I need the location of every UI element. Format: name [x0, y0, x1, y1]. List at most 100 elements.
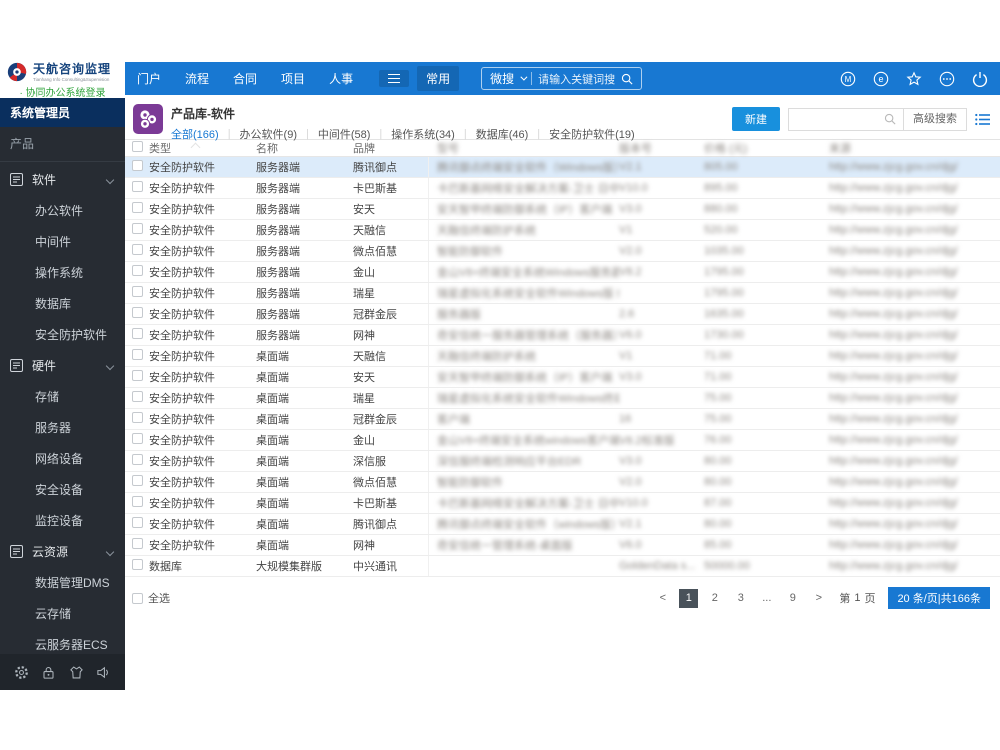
search-icon[interactable] [621, 73, 633, 85]
topnav-item[interactable]: 人事 [329, 70, 353, 87]
row-checkbox[interactable] [132, 181, 143, 192]
row-checkbox[interactable] [132, 538, 143, 549]
gear-icon[interactable] [14, 665, 29, 680]
sidebar-section-product[interactable]: 产品 [0, 127, 125, 162]
m-badge-icon[interactable]: M [840, 71, 856, 87]
tab-1[interactable]: 办公软件(9) [240, 126, 297, 142]
topnav-item[interactable]: 项目 [281, 70, 305, 87]
speaker-icon[interactable] [96, 665, 111, 680]
table-row[interactable]: 安全防护软件 桌面端 冠群金辰 客户端 16 75.00 http://www.zjcg.g… [125, 409, 1000, 430]
table-row[interactable]: 安全防护软件 桌面端 网神 奇安信统一管理系统-桌面版 V6.0 85.00 http://… [125, 535, 1000, 556]
row-checkbox[interactable] [132, 286, 143, 297]
svg-text:e: e [878, 74, 883, 84]
table-row[interactable]: 安全防护软件 服务器端 金山 金山V8+终端安全系统Windows服务器版 V8.2 17… [125, 262, 1000, 283]
more-icon[interactable] [939, 71, 955, 87]
sidebar-item[interactable]: 办公软件 [0, 195, 125, 226]
topnav-item[interactable]: 门户 [137, 70, 161, 87]
row-checkbox[interactable] [132, 475, 143, 486]
table-row[interactable]: 安全防护软件 桌面端 瑞星 瑞星虚拟化系统安全软件Windows终端 75.00 http… [125, 388, 1000, 409]
sidebar-group-label: 硬件 [32, 359, 57, 373]
wesearch-dropdown[interactable]: 微搜 [490, 70, 514, 87]
star-icon[interactable] [906, 70, 922, 87]
table-row[interactable]: 安全防护软件 服务器端 冠群金辰 服务器版 2.6 1635.00 http://www.z… [125, 304, 1000, 325]
table-row[interactable]: 安全防护软件 桌面端 卡巴斯基卡巴斯基网络安全解决方案-卫士 日中版 + 40台V1… [125, 493, 1000, 514]
row-checkbox[interactable] [132, 202, 143, 213]
row-checkbox[interactable] [132, 370, 143, 381]
nav-common-button[interactable]: 常用 [417, 66, 460, 91]
sidebar-group[interactable]: 软件 [0, 164, 125, 195]
table-row[interactable]: 安全防护软件 服务器端 瑞星 瑞星虚拟化系统安全软件Windows版 终端 1795.0… [125, 283, 1000, 304]
cell: V10.0 [619, 497, 648, 509]
table-row[interactable]: 安全防护软件 桌面端 安天 安天智甲终端防御系统（IP）客户端 V3.0 71.00 htt… [125, 367, 1000, 388]
lock-icon[interactable] [41, 665, 56, 680]
collab-login-link[interactable]: · 协同办公系统登录 [6, 84, 119, 99]
row-checkbox[interactable] [132, 265, 143, 276]
page-prev[interactable]: < [653, 589, 672, 608]
list-view-icon[interactable] [975, 113, 990, 126]
sidebar-group[interactable]: 硬件 [0, 350, 125, 381]
page-2[interactable]: 2 [705, 589, 724, 608]
nav-menu-toggle[interactable] [379, 70, 410, 87]
page-9[interactable]: 9 [783, 589, 802, 608]
table-row[interactable]: 安全防护软件 桌面端 腾讯御点腾讯御点终端安全软件（windows版）V2.1V2.… [125, 514, 1000, 535]
table-row[interactable]: 数据库 大规模集群版 中兴通讯 GoldenData s... 50000.00 http… [125, 556, 1000, 577]
row-checkbox[interactable] [132, 454, 143, 465]
page-number-input[interactable]: 1 [854, 592, 860, 604]
row-checkbox[interactable] [132, 559, 143, 570]
row-checkbox[interactable] [132, 244, 143, 255]
sidebar-item[interactable]: 数据库 [0, 288, 125, 319]
page-next[interactable]: > [809, 589, 828, 608]
column-header: 价格 (元) [704, 143, 748, 155]
table-row[interactable]: 安全防护软件 服务器端 天融信 天融信终端防护系统 V1 520.00 http://www… [125, 220, 1000, 241]
advanced-search-button[interactable]: 高级搜索 [903, 108, 966, 130]
global-search-input[interactable]: 请输入关键词搜 [538, 71, 615, 87]
topnav-item[interactable]: 流程 [185, 70, 209, 87]
row-checkbox[interactable] [132, 496, 143, 507]
message-icon[interactable]: e [873, 71, 889, 87]
page-3[interactable]: 3 [731, 589, 750, 608]
table-row[interactable]: 安全防护软件 桌面端 微点佰慧 智能防御软件 V2.0 80.00 http://www.z… [125, 472, 1000, 493]
sidebar-item[interactable]: 安全防护软件 [0, 319, 125, 350]
row-checkbox[interactable] [132, 412, 143, 423]
row-checkbox[interactable] [132, 517, 143, 528]
table-row[interactable]: 安全防护软件 服务器端 安天 安天智甲终端防御系统（IP）客户端 V3.0 880.00 h… [125, 199, 1000, 220]
table-row[interactable]: 安全防护软件 桌面端 金山 金山V8+终端安全系统windows客户端 V8.2标准版 7… [125, 430, 1000, 451]
page-1[interactable]: 1 [679, 588, 699, 608]
sidebar-item[interactable]: 云存储 [0, 598, 125, 629]
table-row[interactable]: 安全防护软件 服务器端 腾讯御点 腾讯御点终端安全软件（Windows版） V2.1 80… [125, 157, 1000, 178]
sidebar-item[interactable]: 安全设备 [0, 474, 125, 505]
header-checkbox[interactable] [132, 141, 143, 152]
row-checkbox[interactable] [132, 433, 143, 444]
row-checkbox[interactable] [132, 349, 143, 360]
table-row[interactable]: 安全防护软件 服务器端 网神 奇安信统一服务器管理系统（服务器） V6.0 1730.00… [125, 325, 1000, 346]
cell: http://www.zjcg.gov.cn/djg/ [829, 308, 958, 320]
sidebar-item[interactable]: 数据管理DMS [0, 567, 125, 598]
table-row[interactable]: 安全防护软件 桌面端 天融信 天融信终端防护系统 V1 71.00 http://www.z… [125, 346, 1000, 367]
tab-2[interactable]: 中间件(58) [318, 126, 371, 142]
table-row[interactable]: 安全防护软件 服务器端 卡巴斯基 卡巴斯基网络安全解决方案-卫士 日中版 V10.0 89… [125, 178, 1000, 199]
table-row[interactable]: 安全防护软件 桌面端 深信服 深信服终端检测响应平台EDR V3.0 80.00 http:… [125, 451, 1000, 472]
sidebar-item[interactable]: 服务器 [0, 412, 125, 443]
sidebar-group[interactable]: 云资源 [0, 536, 125, 567]
table-row[interactable]: 安全防护软件 服务器端 微点佰慧 智能防御软件 V2.0 1035.00 http://ww… [125, 241, 1000, 262]
row-checkbox[interactable] [132, 307, 143, 318]
row-checkbox[interactable] [132, 160, 143, 171]
power-icon[interactable] [972, 71, 988, 87]
table-search-input[interactable] [789, 109, 877, 130]
sidebar-item[interactable]: 网络设备 [0, 443, 125, 474]
sidebar-item[interactable]: 操作系统 [0, 257, 125, 288]
row-checkbox[interactable] [132, 223, 143, 234]
sidebar-item[interactable]: 存储 [0, 381, 125, 412]
new-button[interactable]: 新建 [732, 107, 780, 131]
sidebar-item[interactable]: 中间件 [0, 226, 125, 257]
row-checkbox[interactable] [132, 391, 143, 402]
select-all-checkbox[interactable] [132, 592, 143, 604]
theme-shirt-icon[interactable] [69, 665, 84, 680]
topnav-item[interactable]: 合同 [233, 70, 257, 87]
tab-0[interactable]: 全部(166) [171, 126, 219, 142]
per-page-summary[interactable]: 20 条/页|共166条 [888, 587, 990, 609]
search-icon[interactable] [877, 113, 903, 125]
sidebar-item[interactable]: 监控设备 [0, 505, 125, 536]
row-checkbox[interactable] [132, 328, 143, 339]
table-search-box: 高级搜索 [788, 107, 967, 131]
